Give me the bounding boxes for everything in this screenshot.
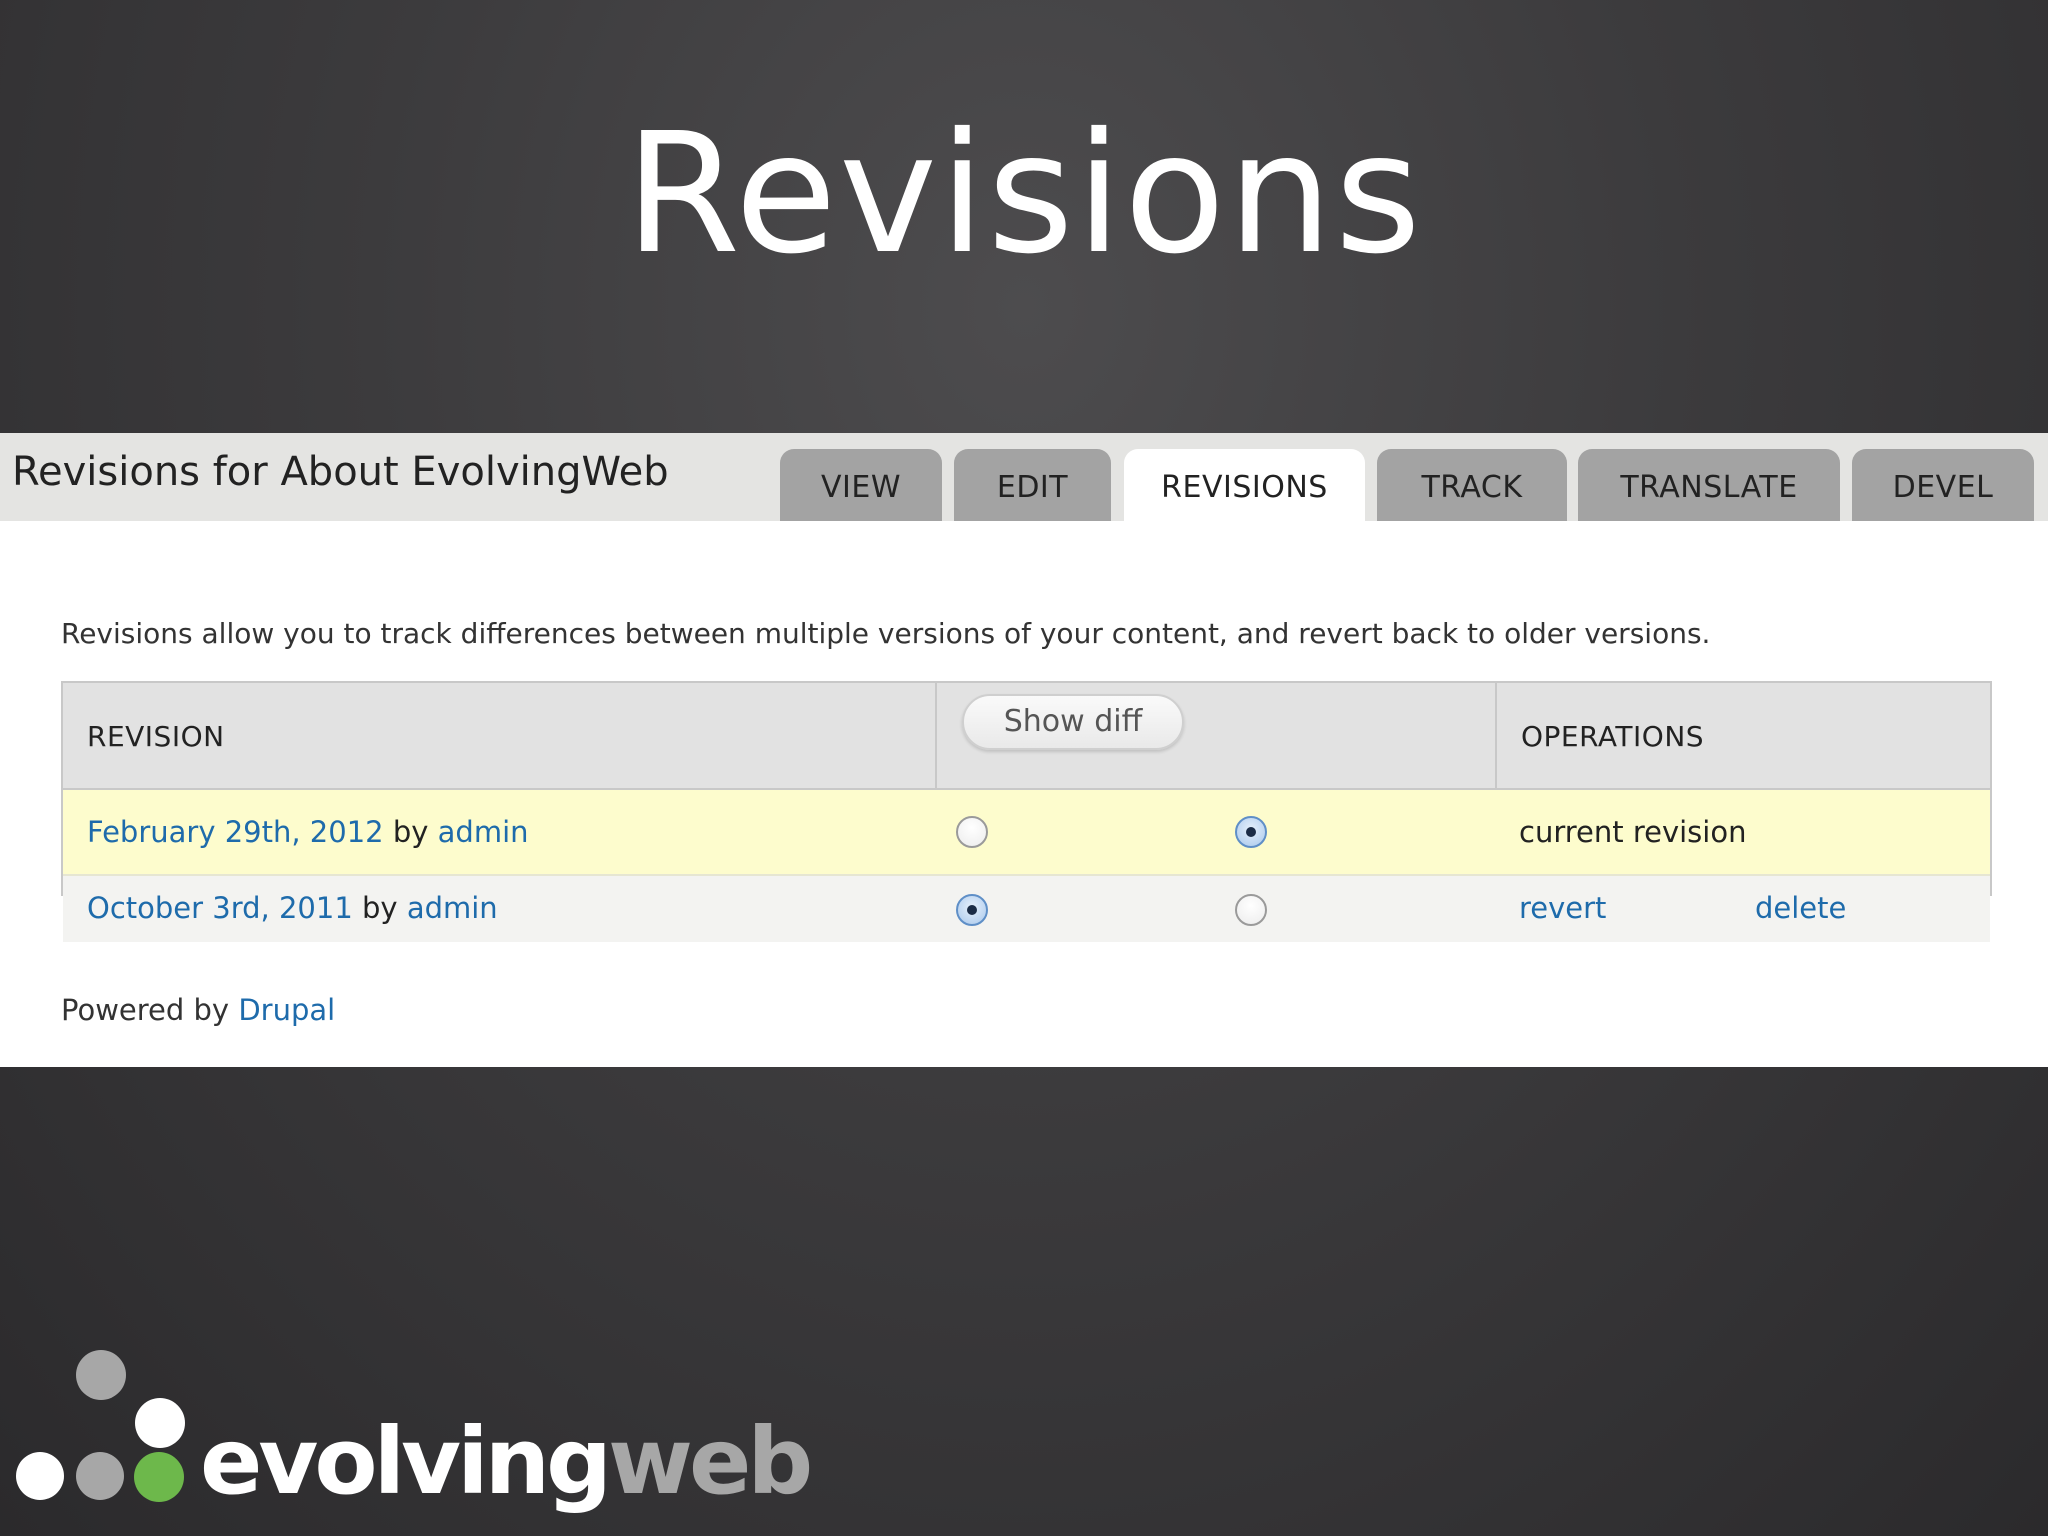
current-revision-label: current revision xyxy=(1519,815,1747,849)
powered-by-text: Powered by xyxy=(61,993,230,1027)
compare-right-radio[interactable] xyxy=(1235,894,1267,926)
revision-cell: October 3rd, 2011 by admin xyxy=(87,890,498,926)
tab-translate[interactable]: TRANSLATE xyxy=(1578,449,1840,521)
logo-dot-icon xyxy=(16,1452,64,1500)
logo-word-web: web xyxy=(607,1408,813,1515)
logo-dot-icon xyxy=(76,1452,124,1500)
table-row: October 3rd, 2011 by admin revert delete xyxy=(63,876,1990,942)
page-header: Revisions for About EvolvingWeb VIEW EDI… xyxy=(0,433,2048,523)
tab-edit[interactable]: EDIT xyxy=(954,449,1111,521)
logo-wordmark: evolvingweb xyxy=(200,1407,813,1517)
by-text: by xyxy=(392,815,429,849)
logo-dot-icon xyxy=(76,1350,126,1400)
compare-left-radio[interactable] xyxy=(956,894,988,926)
revisions-table: REVISION Show diff OPERATIONS February 2… xyxy=(61,681,1992,896)
revisions-description: Revisions allow you to track differences… xyxy=(61,617,1711,650)
page-title: Revisions for About EvolvingWeb xyxy=(12,449,669,495)
column-divider xyxy=(1495,683,1497,788)
logo-dot-icon xyxy=(134,1452,184,1502)
slide-title: Revisions xyxy=(624,98,1424,291)
revision-date-link[interactable]: October 3rd, 2011 xyxy=(87,891,353,925)
powered-by-footer: Powered by Drupal xyxy=(61,992,335,1028)
revert-link[interactable]: revert xyxy=(1519,890,1606,926)
logo-word-evolving: evolving xyxy=(200,1408,612,1515)
revision-column-header: REVISION xyxy=(87,720,225,753)
column-divider xyxy=(935,683,937,788)
revisions-page-screenshot: Revisions for About EvolvingWeb VIEW EDI… xyxy=(0,433,2048,1067)
author-link[interactable]: admin xyxy=(407,891,498,925)
compare-left-radio[interactable] xyxy=(956,816,988,848)
tab-devel[interactable]: DEVEL xyxy=(1852,449,2034,521)
logo-dot-icon xyxy=(135,1398,185,1448)
show-diff-button[interactable]: Show diff xyxy=(962,694,1184,750)
delete-link[interactable]: delete xyxy=(1755,890,1846,926)
revision-date-link[interactable]: February 29th, 2012 xyxy=(87,815,384,849)
table-row: February 29th, 2012 by admin current rev… xyxy=(63,790,1990,876)
author-link[interactable]: admin xyxy=(438,815,529,849)
by-text: by xyxy=(362,891,398,925)
compare-right-radio[interactable] xyxy=(1235,816,1267,848)
tab-view[interactable]: VIEW xyxy=(780,449,942,521)
tab-track[interactable]: TRACK xyxy=(1377,449,1567,521)
tab-revisions[interactable]: REVISIONS xyxy=(1124,449,1365,523)
operations-column-header: OPERATIONS xyxy=(1521,720,1705,753)
table-header: REVISION Show diff OPERATIONS xyxy=(63,683,1990,790)
drupal-link[interactable]: Drupal xyxy=(238,993,335,1027)
revision-cell: February 29th, 2012 by admin xyxy=(87,814,529,850)
